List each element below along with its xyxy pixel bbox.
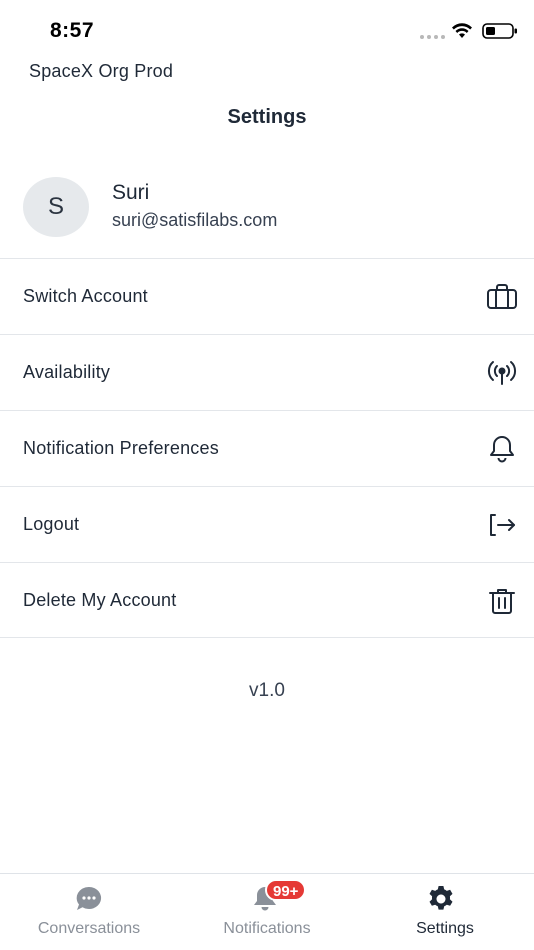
menu-item-notification-preferences[interactable]: Notification Preferences <box>0 410 534 486</box>
wifi-icon <box>452 23 472 38</box>
profile-section: S Suri suri@satisfilabs.com <box>0 160 534 258</box>
bell-icon <box>490 436 514 463</box>
tab-conversations[interactable]: Conversations <box>0 874 178 950</box>
tab-label: Notifications <box>223 920 311 937</box>
menu-item-delete-account[interactable]: Delete My Account <box>0 562 534 638</box>
status-time: 8:57 <box>50 19 95 42</box>
menu-item-label: Availability <box>23 362 111 382</box>
logout-icon <box>490 514 515 536</box>
profile-email: suri@satisfilabs.com <box>112 210 278 230</box>
org-name: SpaceX Org Prod <box>29 61 174 81</box>
briefcase-icon <box>487 284 517 309</box>
menu-item-label: Delete My Account <box>23 590 177 610</box>
profile-name: Suri <box>112 181 150 204</box>
tab-settings[interactable]: Settings <box>356 874 534 950</box>
tab-label: Conversations <box>37 920 141 937</box>
menu-item-availability[interactable]: Availability <box>0 334 534 410</box>
tab-notifications[interactable]: 99+ Notifications <box>178 874 356 950</box>
gear-icon <box>429 886 453 910</box>
menu-item-label: Notification Preferences <box>23 438 219 458</box>
notification-count-badge: 99+ <box>265 879 307 901</box>
tab-label: Settings <box>416 920 474 937</box>
chat-icon <box>76 886 102 910</box>
status-bar: 8:57 <box>0 0 534 60</box>
settings-menu: Switch Account Availability Notification… <box>0 258 534 638</box>
menu-item-label: Logout <box>23 514 80 534</box>
tab-bar: Conversations 99+ Notifications Settings <box>0 873 534 950</box>
menu-item-switch-account[interactable]: Switch Account <box>0 258 534 334</box>
app-version: v1.0 <box>249 680 285 701</box>
menu-item-logout[interactable]: Logout <box>0 486 534 562</box>
broadcast-icon <box>487 361 517 385</box>
page-title: Settings <box>227 106 307 128</box>
trash-icon <box>489 589 515 614</box>
menu-item-label: Switch Account <box>23 286 148 306</box>
battery-icon <box>482 23 517 39</box>
cellular-signal-icon <box>420 35 446 41</box>
avatar: S <box>23 177 89 237</box>
